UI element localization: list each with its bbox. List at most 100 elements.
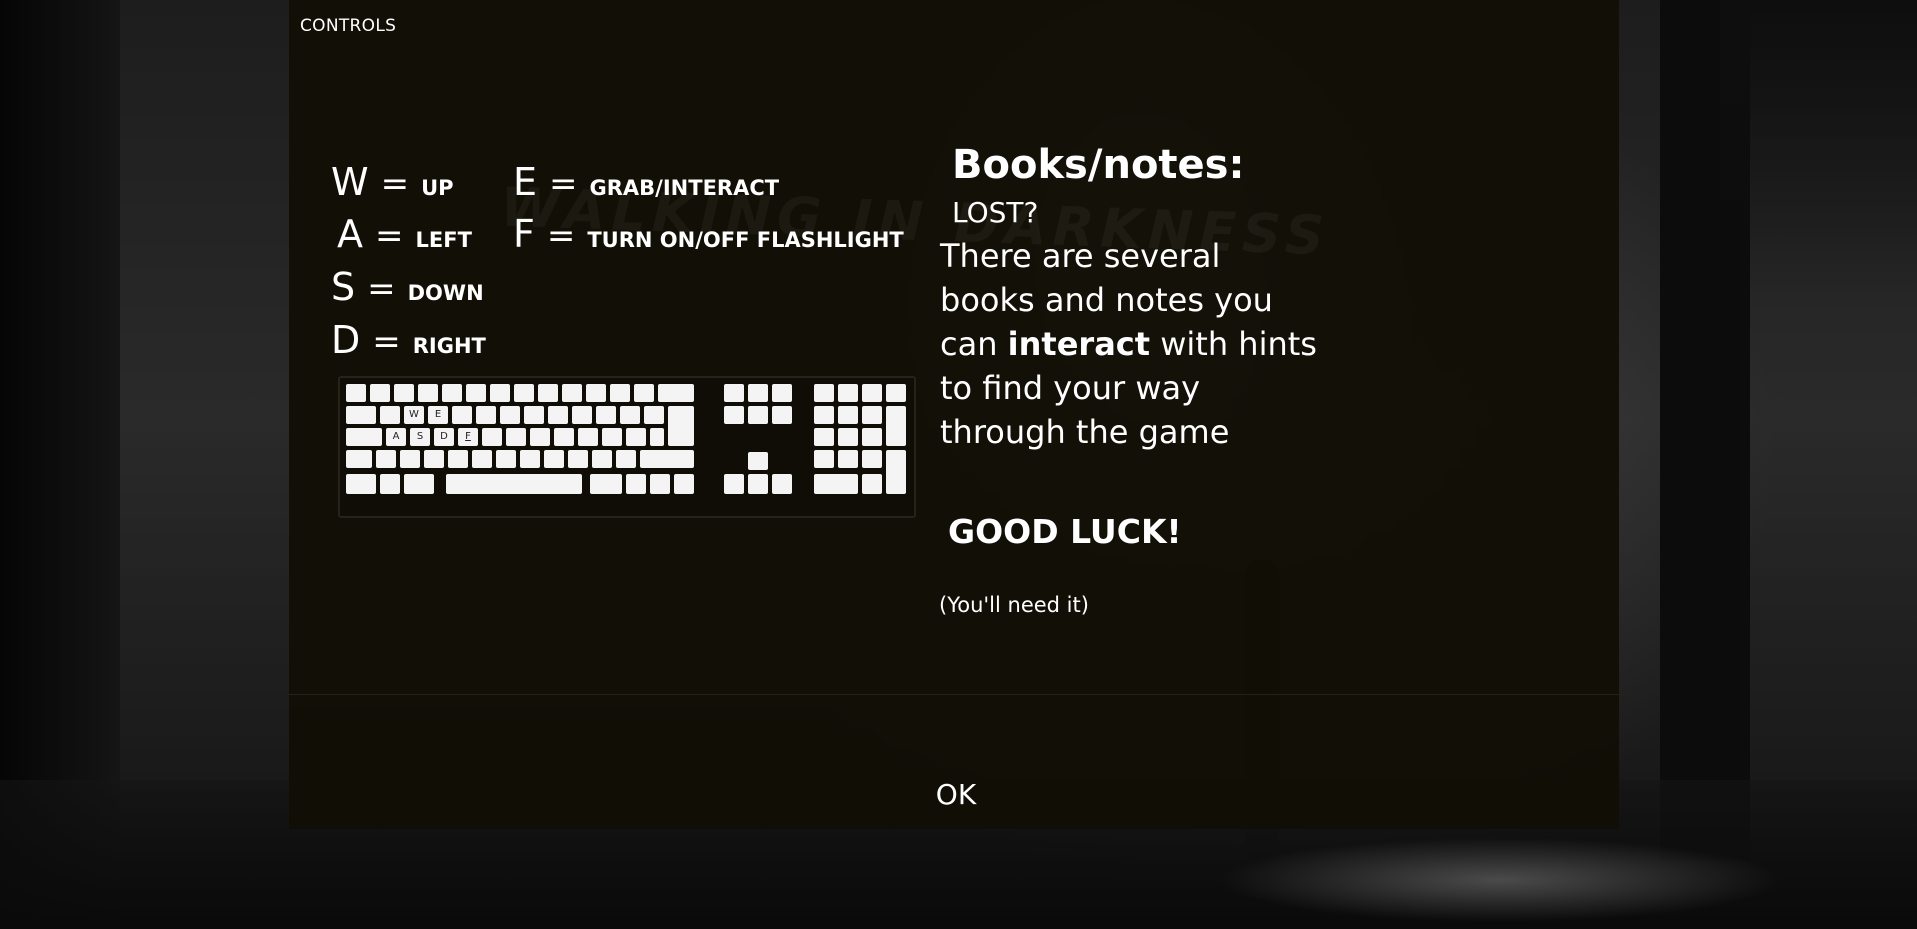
- keyboard-key: [380, 474, 400, 494]
- keyboard-key-up-arrow: [748, 452, 768, 470]
- keyboard-key: [482, 428, 502, 446]
- keyboard-illustration: W E A S D F: [338, 376, 916, 518]
- keyboard-key: [610, 384, 630, 402]
- keyboard-key: [640, 450, 694, 468]
- keyboard-key-space: [446, 474, 582, 494]
- keyboard-key: [626, 474, 646, 494]
- keyboard-key: [404, 474, 434, 494]
- control-key: W: [331, 160, 369, 204]
- keyboard-key: [724, 384, 744, 402]
- keyboard-key: [500, 406, 520, 424]
- control-d: D = RIGHT: [331, 318, 486, 362]
- keyboard-key: [644, 406, 664, 424]
- keyboard-key: [476, 406, 496, 424]
- control-action: GRAB/INTERACT: [589, 176, 780, 200]
- good-luck-text: GOOD LUCK!: [948, 512, 1182, 551]
- keyboard-key: [394, 384, 414, 402]
- keyboard-key: [376, 450, 396, 468]
- keyboard-key-w: W: [404, 406, 424, 424]
- keyboard-key: [586, 384, 606, 402]
- keyboard-key: [634, 384, 654, 402]
- keyboard-key: [496, 450, 516, 468]
- keyboard-key: [772, 384, 792, 402]
- keyboard-key: [658, 384, 694, 402]
- keyboard-key: [772, 406, 792, 424]
- keyboard-key: [814, 450, 834, 468]
- keyboard-key: [346, 450, 372, 468]
- keyboard-key: [346, 406, 376, 424]
- keyboard-key: [626, 428, 646, 446]
- keyboard-key: [886, 406, 906, 446]
- keyboard-key: [838, 450, 858, 468]
- dialog-divider: [289, 694, 1629, 695]
- keyboard-key-left-arrow: [724, 474, 744, 494]
- keyboard-key: [514, 384, 534, 402]
- keyboard-key: [862, 406, 882, 424]
- keyboard-key: [838, 428, 858, 446]
- keyboard-key: [616, 450, 636, 468]
- keyboard-key: [886, 384, 906, 402]
- keyboard-key: [814, 384, 834, 402]
- keyboard-key: [674, 474, 694, 494]
- keyboard-key: [490, 384, 510, 402]
- keyboard-key: [620, 406, 640, 424]
- control-action: UP: [421, 176, 454, 200]
- keyboard-key-d: D: [434, 428, 454, 446]
- footnote-text: (You'll need it): [939, 593, 1089, 617]
- notes-heading: Books/notes:: [952, 142, 1245, 188]
- control-key: E: [513, 160, 538, 204]
- keyboard-key-a: A: [386, 428, 406, 446]
- control-e: E = GRAB/INTERACT: [513, 160, 779, 204]
- keyboard-key: [748, 384, 768, 402]
- keyboard-key: [814, 428, 834, 446]
- tree-canopy-right: [1720, 0, 1917, 300]
- control-action: LEFT: [415, 228, 472, 252]
- keyboard-key: [650, 474, 670, 494]
- keyboard-key: [380, 406, 400, 424]
- keyboard-key: [520, 450, 540, 468]
- notes-body: There are several books and notes you ca…: [940, 234, 1320, 454]
- keyboard-key: [346, 474, 376, 494]
- keyboard-key: [370, 384, 390, 402]
- keyboard-key: [838, 406, 858, 424]
- keyboard-key: [590, 474, 622, 494]
- keyboard-key: [886, 450, 906, 494]
- keyboard-key: [418, 384, 438, 402]
- keyboard-key-e: E: [428, 406, 448, 424]
- path: [1100, 820, 1900, 929]
- keyboard-key: [346, 384, 366, 402]
- keyboard-key: [748, 406, 768, 424]
- keyboard-key: [578, 428, 598, 446]
- equals-sign: =: [549, 164, 578, 204]
- keyboard-key: [568, 450, 588, 468]
- keyboard-key: [572, 406, 592, 424]
- keyboard-key: [814, 474, 858, 494]
- keyboard-key: [592, 450, 612, 468]
- ok-button[interactable]: OK: [920, 770, 992, 820]
- equals-sign: =: [367, 269, 396, 309]
- keyboard-key-right-arrow: [772, 474, 792, 494]
- control-action: TURN ON/OFF FLASHLIGHT: [587, 228, 904, 252]
- keyboard-key-down-arrow: [748, 474, 768, 494]
- keyboard-key: [466, 384, 486, 402]
- equals-sign: =: [380, 164, 410, 204]
- control-key: D: [331, 318, 361, 362]
- keyboard-key: [596, 406, 616, 424]
- keyboard-key: [424, 450, 444, 468]
- keyboard-key-enter: [668, 406, 694, 446]
- keyboard-key: [602, 428, 622, 446]
- keyboard-key: [862, 384, 882, 402]
- keyboard-key: [442, 384, 462, 402]
- control-w: W = UP: [331, 160, 454, 204]
- control-f: F = TURN ON/OFF FLASHLIGHT: [513, 212, 904, 256]
- keyboard-key-s: S: [410, 428, 430, 446]
- equals-sign: =: [372, 322, 401, 362]
- keyboard-key: [862, 474, 882, 494]
- control-key: F: [513, 212, 535, 256]
- keyboard-key: [562, 384, 582, 402]
- keyboard-key: [400, 450, 420, 468]
- control-action: DOWN: [407, 281, 484, 305]
- keyboard-key: [862, 428, 882, 446]
- notes-body-emphasis: interact: [1007, 325, 1151, 363]
- control-a: A = LEFT: [337, 212, 472, 256]
